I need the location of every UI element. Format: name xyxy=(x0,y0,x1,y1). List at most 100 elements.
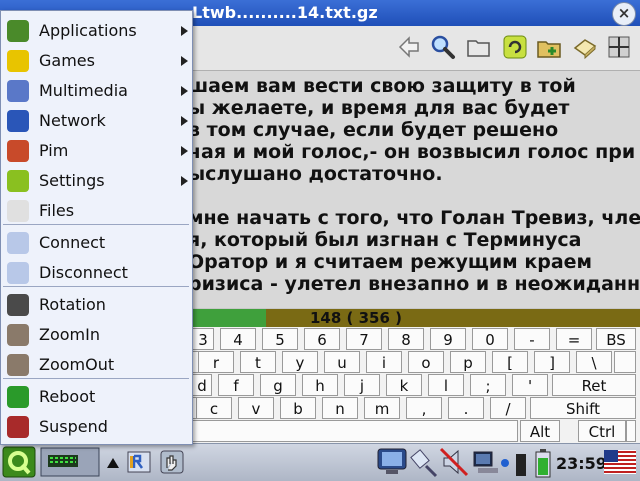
key[interactable]: t xyxy=(240,351,276,373)
key[interactable]: = xyxy=(556,328,592,350)
menu-separator xyxy=(3,378,189,379)
menu-item-games[interactable]: Games xyxy=(1,46,192,76)
menu-item-network[interactable]: Network xyxy=(1,106,192,136)
menu-item-label: ZoomOut xyxy=(39,355,115,374)
key-ctrl[interactable]: Ctrl xyxy=(578,420,626,442)
key[interactable]: y xyxy=(282,351,318,373)
connect-plug-icon xyxy=(7,232,29,254)
text-line: ыслушано достаточно. xyxy=(188,163,443,185)
key[interactable]: 7 xyxy=(346,328,382,350)
back-arrow-icon[interactable] xyxy=(396,34,422,60)
start-q-icon[interactable] xyxy=(2,446,36,478)
key[interactable]: l xyxy=(428,374,464,396)
zoom-out-icon xyxy=(7,354,29,376)
reader-app-icon[interactable] xyxy=(126,448,154,476)
key[interactable]: p xyxy=(450,351,486,373)
up-arrow-icon[interactable] xyxy=(106,456,120,470)
menu-item-reboot[interactable]: Reboot xyxy=(1,382,192,412)
key[interactable]: g xyxy=(260,374,296,396)
key-backspace[interactable]: BS xyxy=(596,328,636,350)
display-icon[interactable] xyxy=(376,446,408,478)
network-plug-icon[interactable] xyxy=(408,446,440,478)
key[interactable]: 6 xyxy=(304,328,340,350)
key[interactable]: r xyxy=(198,351,234,373)
key-shift[interactable]: Shift xyxy=(530,397,636,419)
refresh-icon[interactable] xyxy=(502,34,528,60)
search-icon[interactable] xyxy=(430,34,456,60)
key[interactable]: j xyxy=(344,374,380,396)
key[interactable]: m xyxy=(364,397,400,419)
fullscreen-icon[interactable] xyxy=(606,34,632,60)
submenu-arrow-icon xyxy=(181,176,188,186)
key-blank[interactable] xyxy=(614,351,636,373)
key[interactable]: ] xyxy=(534,351,570,373)
key[interactable]: o xyxy=(408,351,444,373)
menu-item-label: Pim xyxy=(39,141,69,160)
battery-icon[interactable] xyxy=(534,448,552,478)
menu-item-zoomout[interactable]: ZoomOut xyxy=(1,350,192,380)
key[interactable]: i xyxy=(366,351,402,373)
key[interactable]: n xyxy=(322,397,358,419)
key[interactable]: ' xyxy=(512,374,548,396)
open-folder-icon[interactable] xyxy=(466,34,492,60)
text-line: чая и мой голос,- он возвысил голос при xyxy=(188,141,636,163)
key[interactable]: k xyxy=(386,374,422,396)
key[interactable]: [ xyxy=(492,351,528,373)
key[interactable]: 4 xyxy=(220,328,256,350)
menu-item-zoomin[interactable]: ZoomIn xyxy=(1,320,192,350)
menu-item-label: Files xyxy=(39,201,75,220)
menu-item-label: Network xyxy=(39,111,106,130)
menu-item-multimedia[interactable]: Multimedia xyxy=(1,76,192,106)
key[interactable]: , xyxy=(406,397,442,419)
menu-item-label: Suspend xyxy=(39,417,108,436)
menu-item-rotation[interactable]: Rotation xyxy=(1,290,192,320)
key-space[interactable] xyxy=(192,420,518,442)
key[interactable]: h xyxy=(302,374,338,396)
add-folder-icon[interactable] xyxy=(536,34,562,60)
menu-item-label: Rotation xyxy=(39,295,106,314)
key[interactable]: / xyxy=(490,397,526,419)
key-blank[interactable] xyxy=(626,420,636,442)
mute-speaker-icon[interactable] xyxy=(438,446,470,478)
key[interactable]: 9 xyxy=(430,328,466,350)
key[interactable]: 8 xyxy=(388,328,424,350)
key[interactable]: - xyxy=(514,328,550,350)
menu-item-suspend[interactable]: Suspend xyxy=(1,412,192,442)
clock[interactable]: 23:59 xyxy=(556,454,607,473)
menu-item-settings[interactable]: Settings xyxy=(1,166,192,196)
key[interactable]: 5 xyxy=(262,328,298,350)
key-alt[interactable]: Alt xyxy=(520,420,560,442)
keyboard-applet-icon[interactable] xyxy=(40,447,100,477)
menu-item-label: Disconnect xyxy=(39,263,128,282)
key[interactable]: ; xyxy=(470,374,506,396)
bookmark-icon[interactable] xyxy=(572,34,598,60)
us-flag-icon[interactable] xyxy=(604,450,636,474)
menu-item-connect[interactable]: Connect xyxy=(1,228,192,258)
key[interactable]: v xyxy=(238,397,274,419)
key[interactable]: d xyxy=(192,374,212,396)
key[interactable]: b xyxy=(280,397,316,419)
key[interactable]: 3 xyxy=(192,328,214,350)
text-line: ризиса - улетел внезапно и в неожиданном xyxy=(188,273,640,295)
text-line: Оратор и я считаем режущим краем xyxy=(188,251,593,273)
menu-item-disconnect[interactable]: Disconnect xyxy=(1,258,192,288)
close-button[interactable]: × xyxy=(612,2,636,26)
menu-item-label: Games xyxy=(39,51,95,70)
key[interactable]: c xyxy=(196,397,232,419)
key[interactable]: 0 xyxy=(472,328,508,350)
menu-item-pim[interactable]: Pim xyxy=(1,136,192,166)
key[interactable]: f xyxy=(218,374,254,396)
key[interactable]: . xyxy=(448,397,484,419)
settings-icon xyxy=(7,170,29,192)
zoom-in-icon xyxy=(7,324,29,346)
key[interactable]: u xyxy=(324,351,360,373)
menu-item-label: Applications xyxy=(39,21,137,40)
menu-item-files[interactable]: Files xyxy=(1,196,192,226)
submenu-arrow-icon xyxy=(181,146,188,156)
key-return[interactable]: Ret xyxy=(552,374,636,396)
taskbar: 23:59 xyxy=(0,443,640,481)
hand-icon[interactable] xyxy=(158,448,186,476)
key[interactable]: \ xyxy=(576,351,612,373)
menu-item-applications[interactable]: Applications xyxy=(1,16,192,46)
pc-icon[interactable] xyxy=(472,448,500,476)
